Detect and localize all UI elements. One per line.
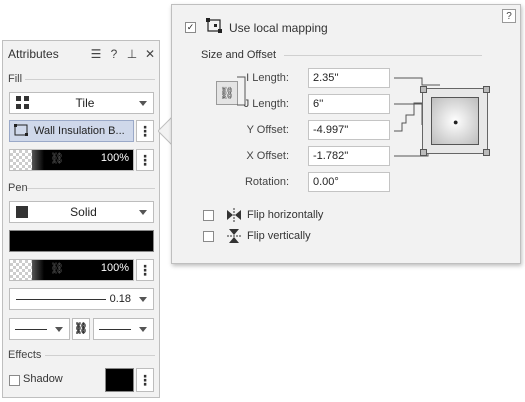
- pen-section-label: Pen: [8, 182, 28, 194]
- pen-style-dropdown[interactable]: Solid: [9, 201, 154, 223]
- y-offset-label: Y Offset:: [246, 124, 289, 136]
- pen-opacity-value: 100%: [100, 262, 129, 274]
- use-local-mapping-checkbox[interactable]: ✓: [185, 22, 196, 33]
- corner-handle[interactable]: [420, 149, 427, 156]
- pen-color-swatch[interactable]: [9, 230, 154, 252]
- i-length-input[interactable]: 2.35'': [308, 68, 390, 88]
- i-length-label: I Length:: [246, 72, 289, 84]
- center-point-icon: ●: [453, 117, 459, 127]
- corner-handle[interactable]: [420, 86, 427, 93]
- hatch-more-button[interactable]: ⋮: [136, 120, 154, 142]
- flip-vertical-label: Flip vertically: [247, 230, 311, 242]
- tile-icon: [16, 96, 29, 109]
- popover-pointer: [158, 117, 172, 145]
- transparency-pattern: [10, 260, 32, 280]
- fill-divider: [25, 79, 155, 80]
- close-icon[interactable]: ✕: [141, 47, 159, 61]
- shadow-checkbox[interactable]: [9, 375, 20, 386]
- flip-horizontal-checkbox[interactable]: [203, 210, 214, 221]
- effects-divider: [45, 355, 155, 356]
- mapping-preview[interactable]: ●: [420, 86, 490, 156]
- pen-divider: [27, 188, 155, 189]
- j-length-input[interactable]: 6'': [308, 94, 390, 114]
- flip-horizontal-icon: [227, 208, 241, 222]
- hatch-selector[interactable]: Wall Insulation B...: [9, 120, 134, 142]
- link-icon: ⛓: [50, 263, 64, 275]
- shadow-more-button[interactable]: ⋮: [136, 368, 154, 392]
- j-length-label: J Length:: [243, 98, 289, 110]
- mapping-icon: [14, 124, 28, 136]
- fill-opacity-bar[interactable]: ⛓ 100%: [9, 149, 134, 171]
- x-offset-label: X Offset:: [246, 150, 289, 162]
- rotation-label: Rotation:: [244, 176, 289, 188]
- flip-vertical-checkbox[interactable]: [203, 231, 214, 242]
- start-arrow-dropdown[interactable]: [9, 318, 70, 340]
- attributes-header: Attributes ☰ ? ⊥ ✕: [3, 41, 159, 67]
- pen-opacity-more-button[interactable]: ⋮: [136, 259, 154, 281]
- flip-vertical-icon: [227, 229, 241, 243]
- chevron-down-icon: [139, 100, 147, 106]
- link-arrows-button[interactable]: ⛓: [72, 318, 90, 340]
- pen-weight-dropdown[interactable]: 0.18: [9, 288, 154, 310]
- corner-handle[interactable]: [483, 149, 490, 156]
- transparency-pattern: [10, 150, 32, 170]
- fill-opacity-value: 100%: [100, 152, 129, 164]
- end-arrow-dropdown[interactable]: [93, 318, 154, 340]
- shadow-label: Shadow: [23, 373, 63, 385]
- pen-weight-value: 0.18: [109, 293, 131, 305]
- chevron-down-icon: [139, 209, 147, 215]
- x-offset-input[interactable]: -1.782'': [308, 146, 390, 166]
- help-icon[interactable]: ?: [105, 47, 123, 61]
- chevron-down-icon: [55, 326, 63, 332]
- fill-section-label: Fill: [8, 73, 23, 85]
- attributes-title: Attributes: [8, 47, 59, 61]
- menu-icon[interactable]: ☰: [87, 47, 105, 61]
- fill-opacity-more-button[interactable]: ⋮: [136, 149, 154, 171]
- mapping-popover: ? ✓ Use local mapping Size and Offset ⛓ …: [171, 4, 521, 264]
- use-local-mapping-label: Use local mapping: [229, 21, 328, 35]
- chevron-down-icon: [139, 326, 147, 332]
- arrow-end-sample: [99, 328, 131, 330]
- attributes-panel: Attributes ☰ ? ⊥ ✕ Fill Tile Wall Insula…: [2, 40, 160, 398]
- rotation-input[interactable]: 0.00°: [308, 172, 390, 192]
- corner-handle[interactable]: [483, 86, 490, 93]
- flip-horizontal-label: Flip horizontally: [247, 209, 324, 221]
- line-weight-sample: [16, 298, 106, 300]
- link-icon: ⛓: [50, 153, 64, 165]
- effects-section-label: Effects: [8, 349, 42, 361]
- fill-type-label: Tile: [75, 96, 95, 110]
- shadow-color-swatch[interactable]: [105, 368, 134, 392]
- arrow-start-sample: [15, 328, 47, 330]
- pen-opacity-bar[interactable]: ⛓ 100%: [9, 259, 134, 281]
- size-offset-label: Size and Offset: [201, 49, 277, 61]
- pen-style-label: Solid: [70, 205, 97, 219]
- fill-type-dropdown[interactable]: Tile: [9, 92, 154, 114]
- chain-link-icon: ⛓: [74, 322, 88, 335]
- mapping-preview-pattern: ●: [431, 97, 479, 145]
- hatch-label: Wall Insulation B...: [34, 125, 125, 137]
- y-offset-input[interactable]: -4.997'': [308, 120, 390, 140]
- size-offset-divider: [284, 55, 482, 56]
- pin-icon[interactable]: ⊥: [123, 47, 141, 61]
- help-button[interactable]: ?: [502, 9, 516, 23]
- local-mapping-icon: [206, 18, 222, 33]
- chevron-down-icon: [139, 296, 147, 302]
- solid-swatch-icon: [16, 206, 28, 218]
